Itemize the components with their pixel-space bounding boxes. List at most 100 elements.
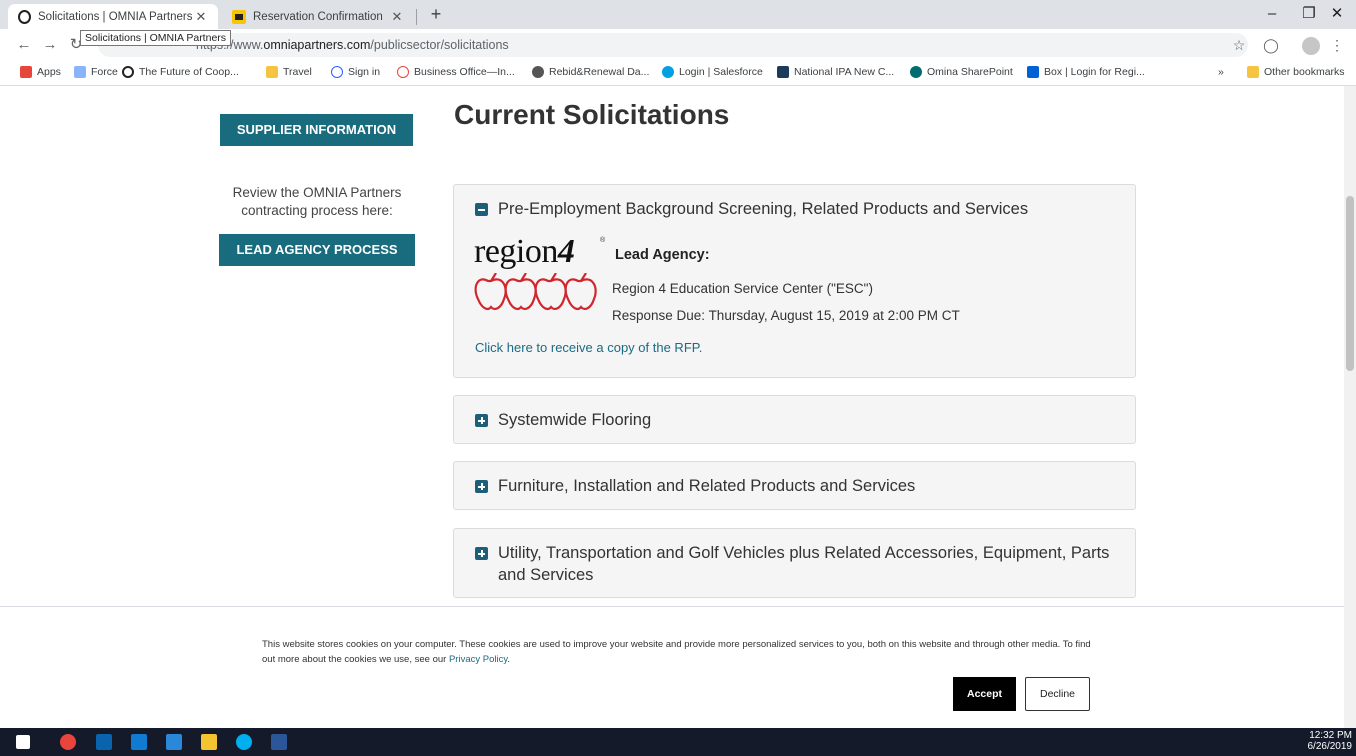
solicitation-header[interactable]: Furniture, Installation and Related Prod… xyxy=(475,475,915,497)
bookmark-label: Omina SharePoint xyxy=(927,66,1013,78)
clock-date: 6/26/2019 xyxy=(1307,741,1353,752)
bookmark-sign-in[interactable]: Sign in xyxy=(331,66,380,78)
url-domain: omniapartners.com xyxy=(263,38,371,52)
bookmark-salesforce[interactable]: Login | Salesforce xyxy=(662,66,763,78)
privacy-policy-link[interactable]: Privacy Policy xyxy=(449,654,507,665)
collapse-icon[interactable] xyxy=(475,203,488,216)
lead-agency-name: Region 4 Education Service Center ("ESC"… xyxy=(612,281,873,296)
bookmark-national-ipa[interactable]: National IPA New C... xyxy=(777,66,894,78)
box-icon xyxy=(1027,66,1039,78)
bookmark-label: Apps xyxy=(37,66,61,78)
expand-icon[interactable] xyxy=(475,547,488,560)
sharepoint-icon xyxy=(910,66,922,78)
bookmark-label: The Future of Coop... xyxy=(139,66,239,78)
bookmark-future-coop[interactable]: The Future of Coop... xyxy=(122,66,239,78)
tab-title: Solicitations | OMNIA Partners xyxy=(38,10,193,23)
close-window-icon[interactable]: ✕ xyxy=(1318,0,1356,29)
extension-icon[interactable]: ◯ xyxy=(1262,36,1280,54)
clock-time: 12:32 PM xyxy=(1309,730,1352,741)
bookmark-sharepoint[interactable]: Omina SharePoint xyxy=(910,66,1013,78)
solicitation-title: Furniture, Installation and Related Prod… xyxy=(498,477,916,495)
logo-text: region xyxy=(474,233,558,270)
outlook-icon[interactable] xyxy=(96,734,112,750)
tab-title: Reservation Confirmation xyxy=(253,10,383,23)
other-bookmarks[interactable]: Other bookmarks xyxy=(1247,66,1345,78)
back-icon[interactable]: ← xyxy=(14,35,34,55)
logo-wordmark: region4 xyxy=(474,233,575,271)
bookmark-force[interactable]: Force xyxy=(74,66,118,78)
windows-taskbar: 12:32 PM 6/26/2019 xyxy=(0,728,1356,756)
cookie-suffix: . xyxy=(507,654,511,665)
url-text: https://www.omniapartners.com/publicsect… xyxy=(196,38,509,52)
cookie-text: This website stores cookies on your comp… xyxy=(262,637,1092,667)
new-tab-icon[interactable]: + xyxy=(425,4,447,26)
app-icon[interactable] xyxy=(166,734,182,750)
close-tab-icon[interactable]: ✕ xyxy=(390,9,404,25)
system-clock: 12:32 PM 6/26/2019 xyxy=(1308,730,1353,752)
page-scrollbar[interactable] xyxy=(1344,86,1356,728)
tab-tooltip: Solicitations | OMNIA Partners xyxy=(80,30,232,46)
scrollbar-thumb[interactable] xyxy=(1346,196,1354,371)
windows-start-icon[interactable] xyxy=(16,735,30,749)
bookmark-box[interactable]: Box | Login for Regi... xyxy=(1027,66,1145,78)
cookie-banner: This website stores cookies on your comp… xyxy=(0,606,1344,728)
sign-in-icon xyxy=(331,66,343,78)
url-path: /publicsector/solicitations xyxy=(370,38,509,52)
bookmark-star-icon[interactable]: ☆ xyxy=(1230,36,1248,54)
solicitation-header[interactable]: Utility, Transportation and Golf Vehicle… xyxy=(475,542,1115,586)
bookmark-label: Business Office—In... xyxy=(414,66,515,78)
apples-icon xyxy=(474,273,597,310)
cookie-message: This website stores cookies on your comp… xyxy=(262,639,1091,665)
folder-icon xyxy=(266,66,278,78)
solicitation-panel-flooring[interactable]: Systemwide Flooring xyxy=(453,395,1136,444)
force-icon xyxy=(74,66,86,78)
menu-icon[interactable]: ⋮ xyxy=(1328,36,1346,54)
rfp-link[interactable]: Click here to receive a copy of the RFP. xyxy=(475,340,702,355)
skype-icon[interactable] xyxy=(236,734,252,750)
apps-grid-icon xyxy=(20,66,32,78)
profile-avatar[interactable] xyxy=(1302,37,1320,55)
tab-solicitations[interactable]: Solicitations | OMNIA Partners ✕ xyxy=(8,4,218,29)
solicitation-panel-furniture[interactable]: Furniture, Installation and Related Prod… xyxy=(453,461,1136,510)
bookmark-label: Box | Login for Regi... xyxy=(1044,66,1145,78)
salesforce-cloud-icon xyxy=(662,66,674,78)
close-tab-icon[interactable]: ✕ xyxy=(194,9,208,25)
expand-icon[interactable] xyxy=(475,414,488,427)
supplier-information-button[interactable]: SUPPLIER INFORMATION xyxy=(220,114,413,146)
omnia-icon xyxy=(122,66,134,78)
decline-cookies-button[interactable]: Decline xyxy=(1025,677,1090,711)
bookmark-label: Other bookmarks xyxy=(1264,66,1345,78)
bookmark-label: Sign in xyxy=(348,66,381,78)
word-icon[interactable] xyxy=(271,734,287,750)
chrome-icon[interactable] xyxy=(60,734,76,750)
tab-reservation[interactable]: Reservation Confirmation ✕ xyxy=(222,4,414,29)
forward-icon[interactable]: → xyxy=(40,35,60,55)
globe-icon xyxy=(532,66,544,78)
bookmark-apps[interactable]: Apps xyxy=(20,66,61,78)
review-process-text: Review the OMNIA Partners contracting pr… xyxy=(232,185,402,218)
response-due: Response Due: Thursday, August 15, 2019 … xyxy=(612,308,960,323)
solicitation-header[interactable]: Systemwide Flooring xyxy=(475,409,651,431)
bookmark-label: National IPA New C... xyxy=(794,66,895,78)
solicitation-title: Systemwide Flooring xyxy=(498,411,652,429)
file-explorer-icon[interactable] xyxy=(201,734,217,750)
calendar-icon[interactable] xyxy=(131,734,147,750)
bookmark-business-office[interactable]: Business Office—In... xyxy=(397,66,515,78)
bookmark-label: Login | Salesforce xyxy=(679,66,763,78)
solicitation-title: Pre-Employment Background Screening, Rel… xyxy=(498,200,1029,218)
bookmarks-overflow[interactable]: » xyxy=(1218,66,1224,78)
bookmark-label: Travel xyxy=(283,66,312,78)
accept-cookies-button[interactable]: Accept xyxy=(953,677,1016,711)
minimize-icon[interactable]: – xyxy=(1253,0,1291,29)
logo-number: 4 xyxy=(557,233,575,270)
apple-icon xyxy=(397,66,409,78)
solicitation-header[interactable]: Pre-Employment Background Screening, Rel… xyxy=(475,198,1028,220)
solicitation-panel-background-screening: Pre-Employment Background Screening, Rel… xyxy=(453,184,1136,378)
expand-icon[interactable] xyxy=(475,480,488,493)
lead-agency-process-button[interactable]: LEAD AGENCY PROCESS xyxy=(219,234,415,266)
bookmark-rebid[interactable]: Rebid&Renewal Da... xyxy=(532,66,649,78)
solicitation-panel-vehicles[interactable]: Utility, Transportation and Golf Vehicle… xyxy=(453,528,1136,598)
checkmark-icon xyxy=(777,66,789,78)
bookmark-travel[interactable]: Travel xyxy=(266,66,312,78)
page-title: Current Solicitations xyxy=(454,99,730,130)
